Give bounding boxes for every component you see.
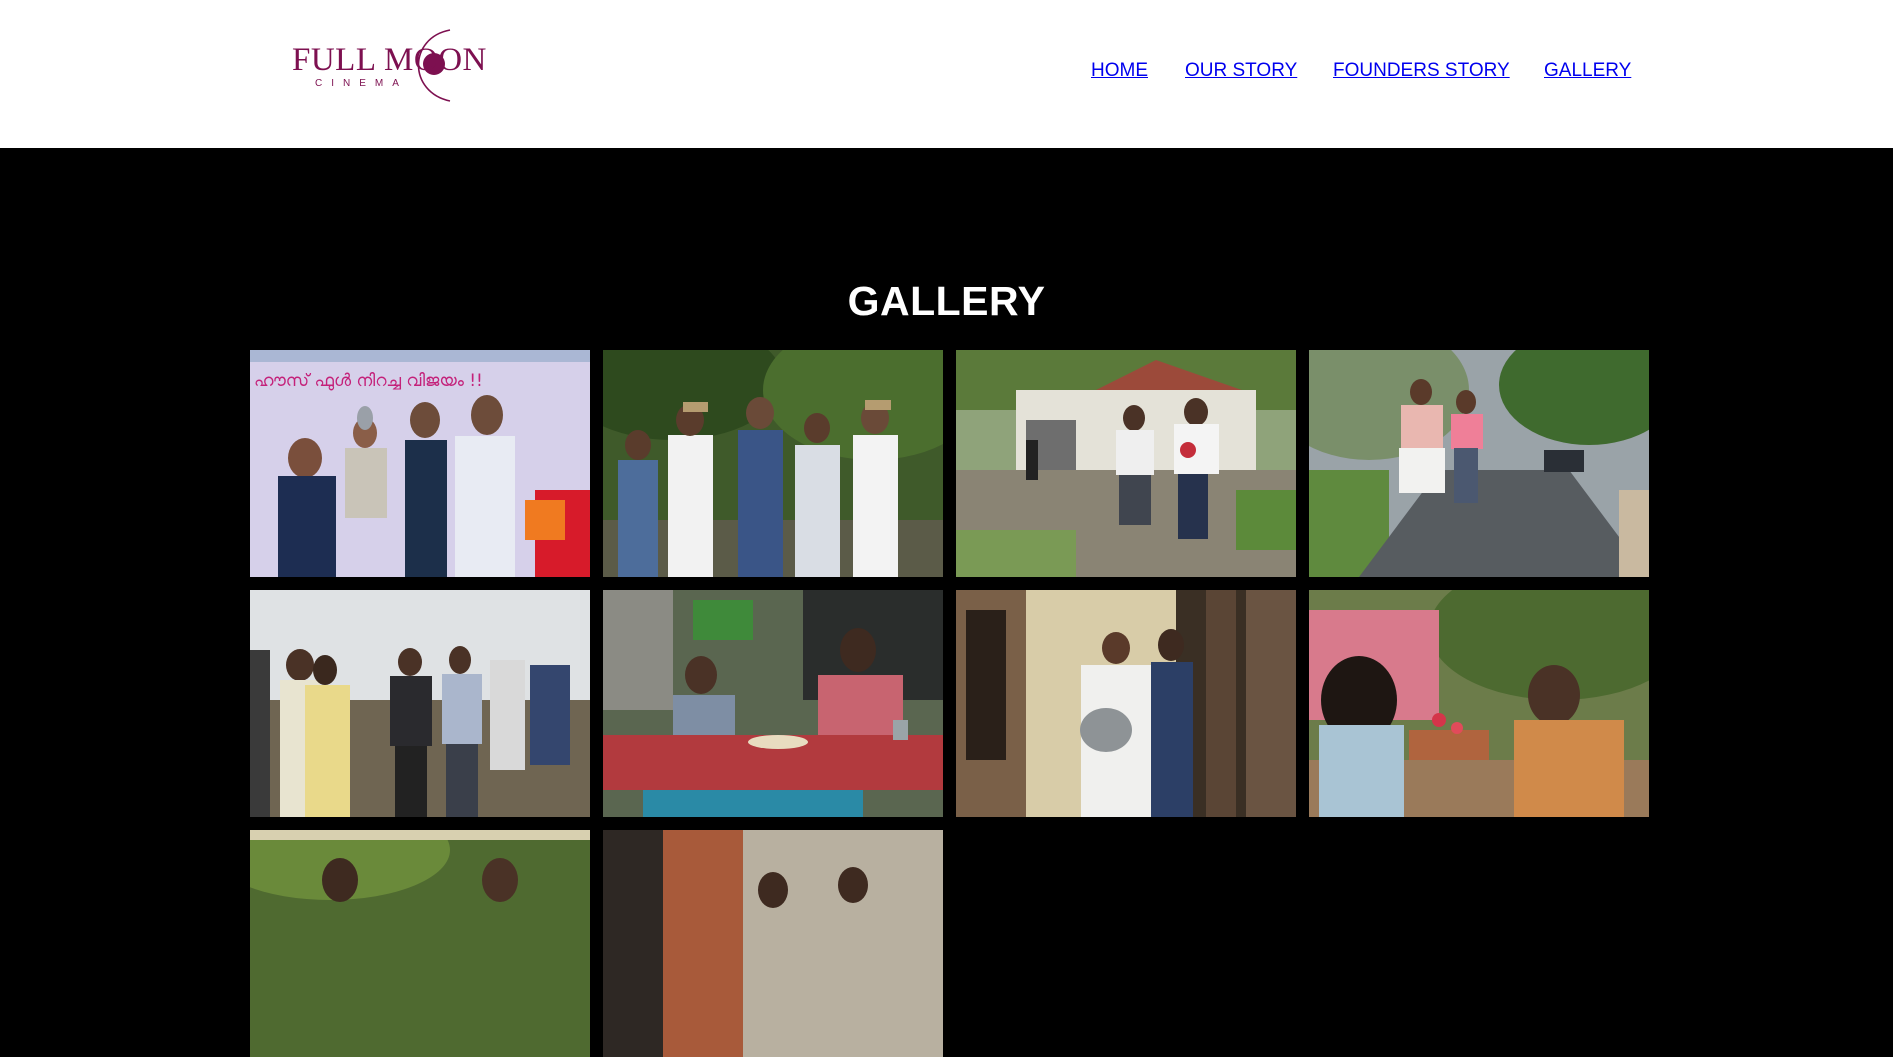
nav-founders-story-link[interactable]: FOUNDERS STORY — [1333, 60, 1510, 84]
gallery-title: GALLERY — [847, 278, 1046, 324]
gallery-photo-9[interactable] — [250, 830, 590, 1057]
gallery-photo-4[interactable] — [1309, 350, 1649, 577]
gallery-photo-10[interactable] — [603, 830, 943, 1057]
logo-wordmark: FULL MOON — [292, 42, 487, 78]
logo-tagline: CINEMA — [315, 78, 408, 89]
full-moon-cinema-logo[interactable]: FULL MOON CINEMA — [290, 26, 500, 106]
gallery-photo-3[interactable] — [956, 350, 1296, 577]
nav-gallery-link[interactable]: GALLERY — [1544, 60, 1631, 84]
nav-home-link[interactable]: HOME — [1091, 60, 1148, 84]
site-header: FULL MOON CINEMA HOME OUR STORY FOUNDERS… — [0, 0, 1893, 148]
gallery-photo-5[interactable] — [250, 590, 590, 817]
gallery-photo-6[interactable] — [603, 590, 943, 817]
poster-text: ഹൗസ് ഫുൾ നിറച്ച വിജയം !! — [254, 371, 483, 391]
gallery-photo-8[interactable] — [1309, 590, 1649, 817]
gallery-photo-2[interactable] — [603, 350, 943, 577]
nav-our-story-link[interactable]: OUR STORY — [1185, 60, 1297, 84]
gallery-photo-7[interactable] — [956, 590, 1296, 817]
gallery-section: GALLERY ഹൗസ് ഫുൾ നിറച്ച വിജയം !! — [0, 148, 1893, 1057]
gallery-photo-1[interactable]: ഹൗസ് ഫുൾ നിറച്ച വിജയം !! — [250, 350, 590, 577]
